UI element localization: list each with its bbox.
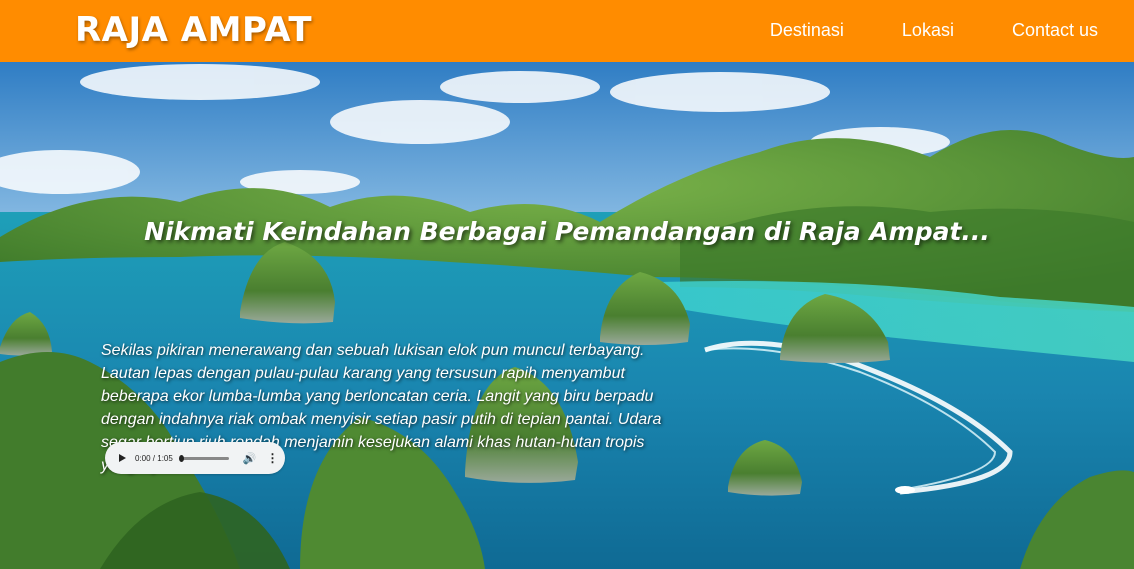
- hero-background-image: [0, 62, 1134, 569]
- audio-time: 0:00 / 1:05: [135, 453, 173, 463]
- hero-section: Nikmati Keindahan Berbagai Pemandangan d…: [0, 62, 1134, 569]
- audio-player[interactable]: 0:00 / 1:05 🔊 ⋮: [105, 442, 285, 474]
- seek-thumb[interactable]: [178, 454, 184, 462]
- audio-seek-bar[interactable]: [178, 454, 229, 462]
- nav-link-contact-us[interactable]: Contact us: [1012, 20, 1098, 41]
- hero-headline: Nikmati Keindahan Berbagai Pemandangan d…: [144, 216, 990, 246]
- nav-link-lokasi[interactable]: Lokasi: [902, 20, 954, 41]
- nav-link-destinasi[interactable]: Destinasi: [770, 20, 844, 41]
- main-nav: Destinasi Lokasi Contact us: [770, 20, 1098, 41]
- more-options-icon[interactable]: ⋮: [267, 451, 279, 465]
- play-icon[interactable]: [119, 454, 126, 462]
- site-header: RAJA AMPAT Destinasi Lokasi Contact us: [0, 0, 1134, 62]
- site-logo[interactable]: RAJA AMPAT: [75, 10, 312, 50]
- volume-icon[interactable]: 🔊: [243, 452, 257, 465]
